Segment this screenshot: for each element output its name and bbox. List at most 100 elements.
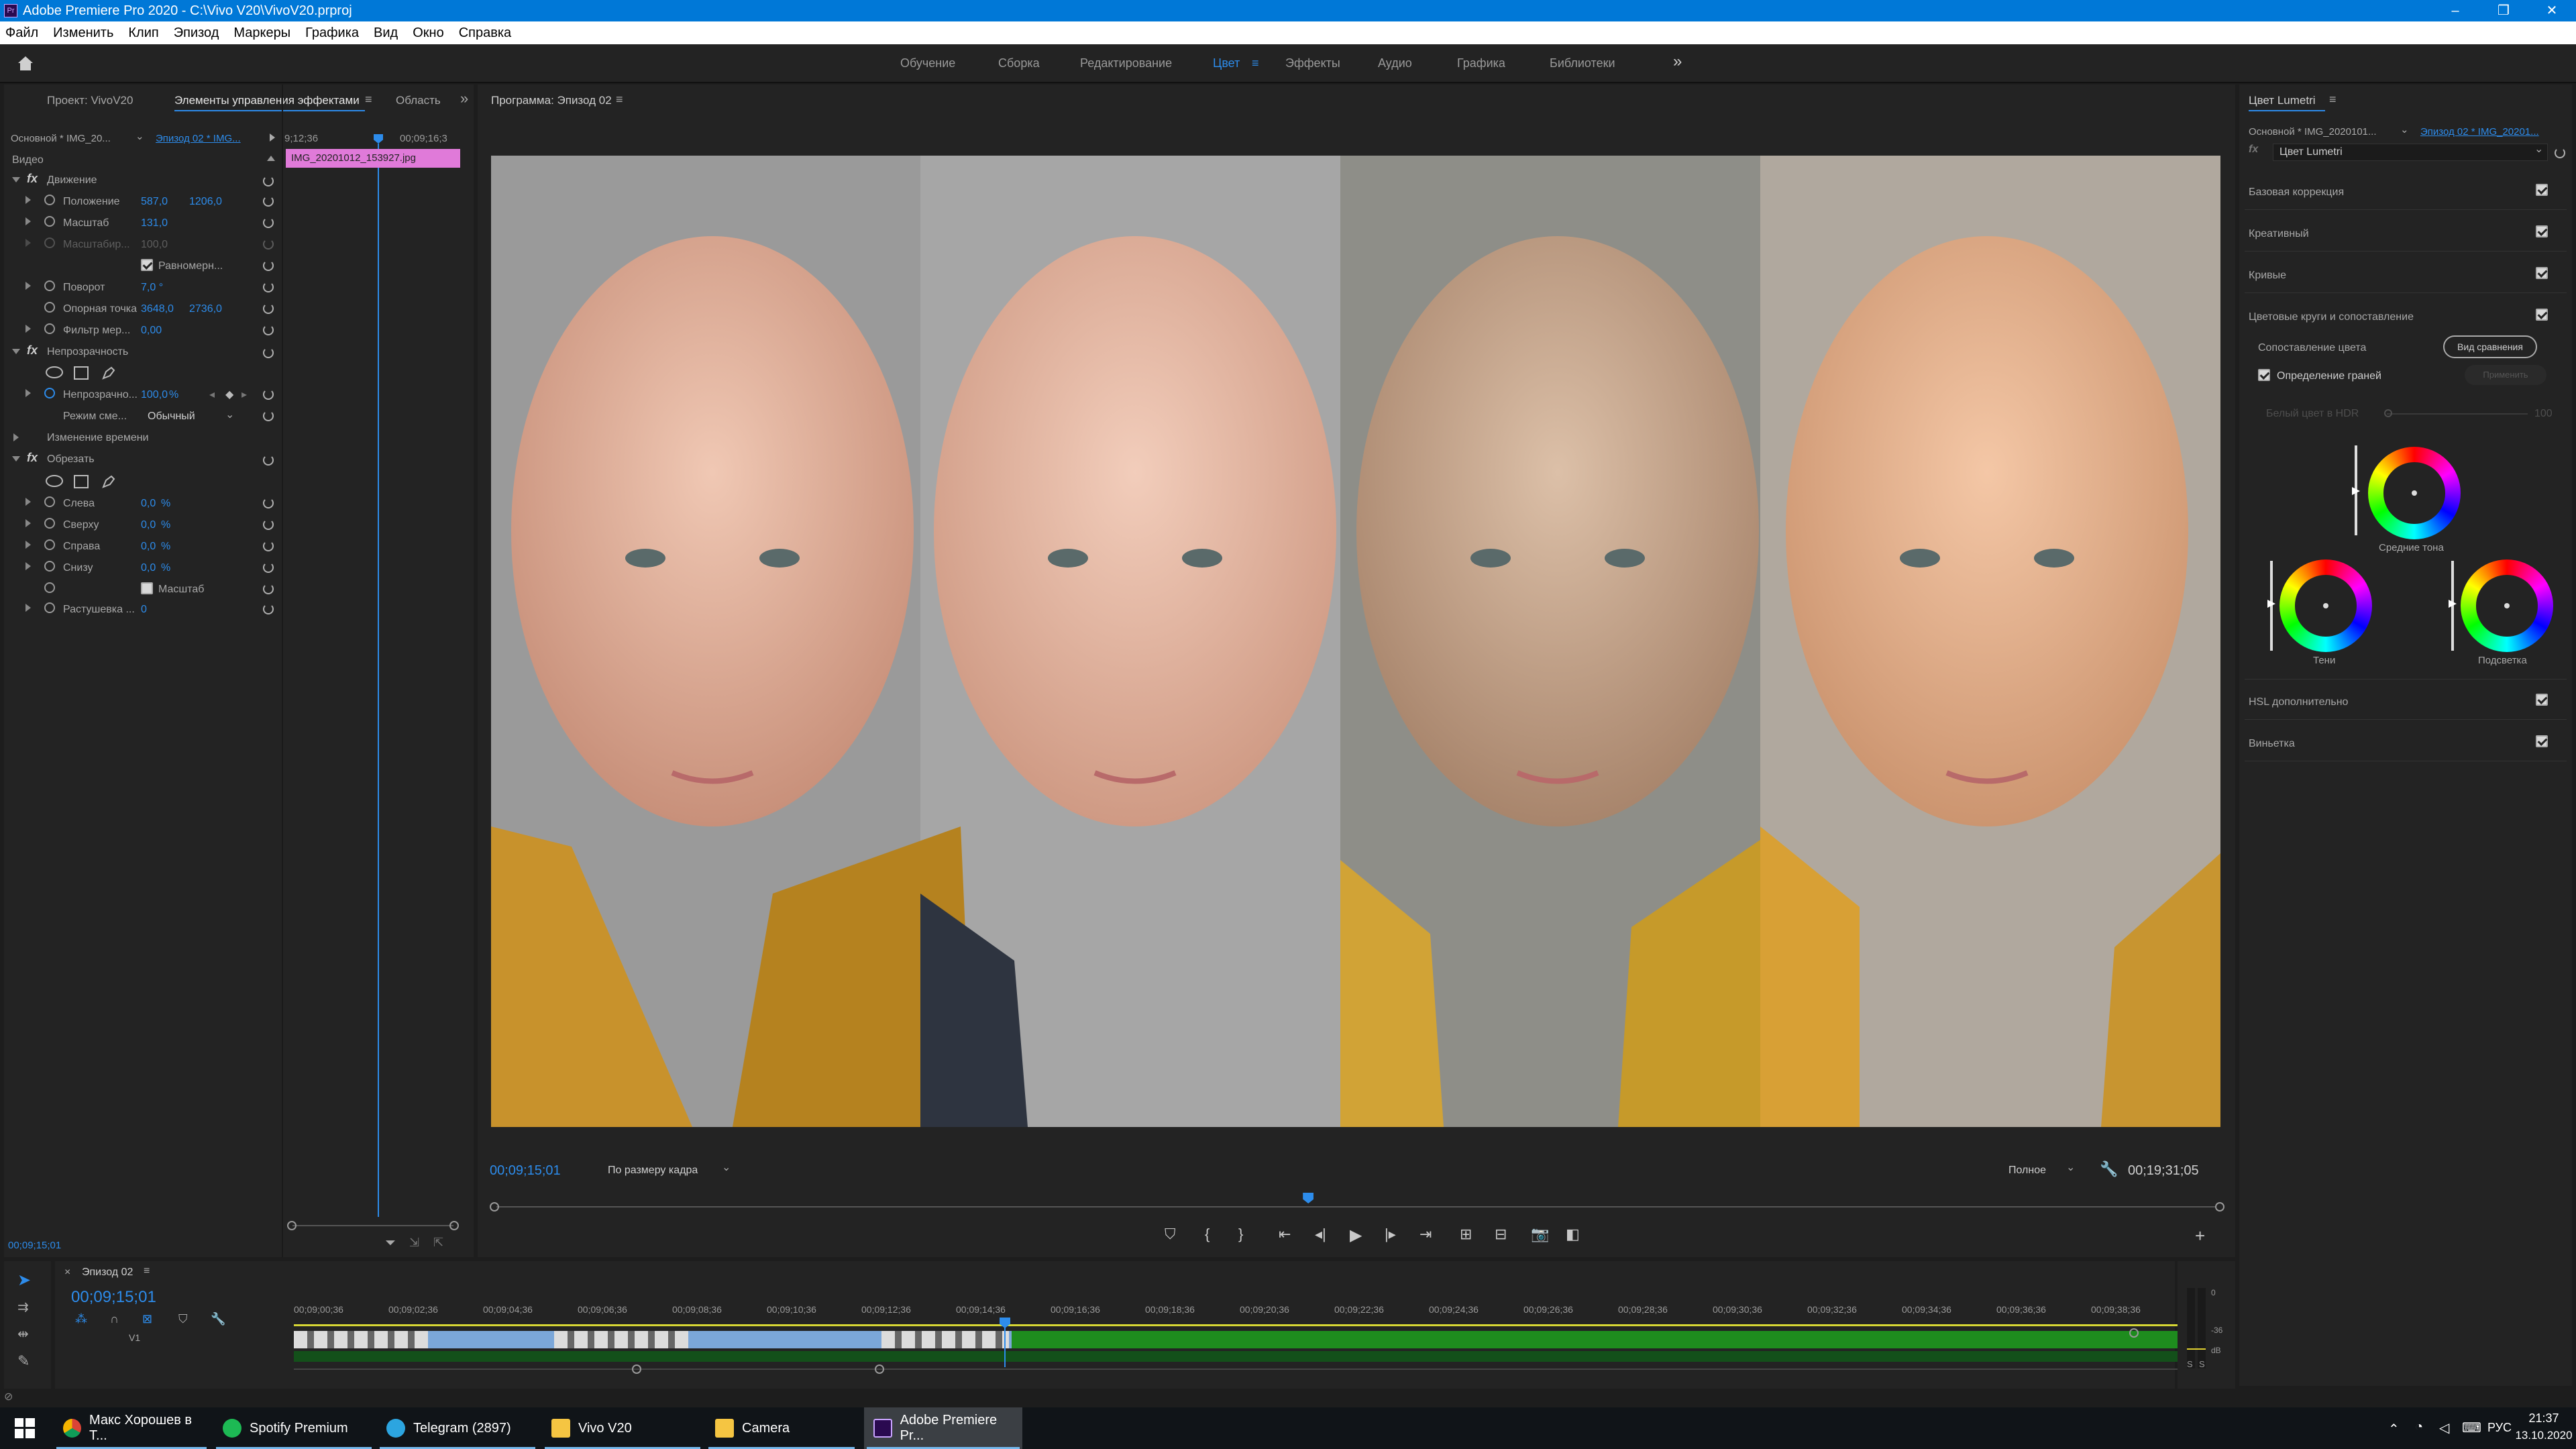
taskbar-folder-camera[interactable]: Camera	[706, 1407, 857, 1449]
lumetri-sequence-clip[interactable]: Эпизод 02 * IMG_20201...	[2420, 126, 2539, 138]
prev-keyframe-icon[interactable]: ◂	[209, 388, 215, 401]
panel-splitter[interactable]	[282, 85, 283, 1257]
expand-icon[interactable]	[25, 519, 31, 527]
fx-icon[interactable]: fx	[27, 343, 38, 358]
reset-icon[interactable]	[263, 584, 274, 594]
insert-icon[interactable]: ⊞	[1460, 1226, 1472, 1243]
reset-icon[interactable]	[263, 541, 274, 551]
windows-start-icon[interactable]	[15, 1418, 35, 1438]
rectangle-mask-icon[interactable]	[74, 366, 89, 380]
zoom-handle-left[interactable]	[287, 1221, 297, 1230]
add-button-icon[interactable]: +	[2195, 1226, 2205, 1246]
collapse-motion-icon[interactable]	[12, 177, 20, 182]
stopwatch-icon[interactable]	[44, 582, 55, 593]
nest-icon[interactable]: ⊠	[142, 1312, 152, 1326]
stopwatch-icon[interactable]	[44, 388, 55, 398]
go-to-out-icon[interactable]: ⇥	[1419, 1226, 1432, 1243]
expand-icon[interactable]	[25, 325, 31, 333]
chevron-down-icon[interactable]: ⌄	[225, 408, 234, 421]
scrub-bar[interactable]	[496, 1206, 2216, 1208]
taskbar-premiere[interactable]: Adobe Premiere Pr...	[864, 1407, 1022, 1449]
section-curves[interactable]: Кривые	[2249, 270, 2286, 282]
step-back-icon[interactable]: ◂|	[1315, 1226, 1326, 1243]
section-color-wheels[interactable]: Цветовые круги и сопоставление	[2249, 311, 2414, 323]
wrench-icon[interactable]: 🔧	[2100, 1161, 2118, 1178]
expand-icon[interactable]	[25, 562, 31, 570]
tab-scope[interactable]: Область	[396, 94, 441, 107]
play-icon[interactable]: ▶	[1350, 1226, 1362, 1245]
rotation-value[interactable]: 7,0 °	[141, 282, 163, 294]
clip-bar[interactable]: IMG_20201012_153927.jpg	[286, 149, 460, 168]
program-menu-icon[interactable]: ≡	[616, 93, 623, 107]
reset-icon[interactable]	[263, 217, 274, 228]
snap-icon[interactable]: ⁂	[75, 1312, 87, 1326]
hdr-slider-handle[interactable]	[2384, 409, 2392, 417]
track-end-handle[interactable]	[2129, 1328, 2139, 1338]
section-hsl[interactable]: HSL дополнительно	[2249, 696, 2348, 708]
panel-overflow-icon[interactable]: »	[460, 90, 468, 107]
reset-icon[interactable]	[263, 562, 274, 573]
uniform-scale-checkbox[interactable]	[141, 259, 153, 271]
scroll-handle-right[interactable]	[875, 1364, 884, 1374]
keyboard-language[interactable]: РУС	[2487, 1421, 2512, 1435]
hdr-slider[interactable]	[2387, 413, 2528, 415]
reset-icon[interactable]	[263, 347, 274, 358]
reset-icon[interactable]	[263, 519, 274, 530]
hsl-checkbox[interactable]	[2536, 694, 2548, 706]
reset-icon[interactable]	[263, 498, 274, 508]
comparison-view-button[interactable]: Вид сравнения	[2443, 335, 2537, 358]
shadows-wheel[interactable]	[2279, 559, 2372, 652]
menu-window[interactable]: Окно	[413, 25, 443, 41]
tab-effect-controls[interactable]: Элементы управления эффектами	[174, 94, 360, 107]
tab-menu-icon[interactable]: ≡	[365, 93, 372, 107]
stopwatch-icon[interactable]	[44, 302, 55, 313]
taskbar-chrome[interactable]: Макс Хорошев в Т...	[54, 1407, 209, 1449]
stopwatch-icon[interactable]	[44, 280, 55, 291]
expand-icon[interactable]	[25, 498, 31, 506]
workspace-graphics[interactable]: Графика	[1457, 56, 1505, 70]
reset-icon[interactable]	[263, 303, 274, 314]
reset-icon[interactable]	[263, 455, 274, 466]
pen-mask-icon[interactable]	[101, 365, 117, 381]
close-icon[interactable]: ✕	[2528, 0, 2576, 21]
stopwatch-icon[interactable]	[44, 195, 55, 205]
scroll-up-icon[interactable]	[267, 156, 275, 161]
reset-icon[interactable]	[263, 325, 274, 335]
sequence-clip-selector[interactable]: Эпизод 02 * IMG...	[156, 133, 241, 144]
effect-controls-timecode[interactable]: 00;09;15;01	[8, 1240, 61, 1251]
reset-icon[interactable]	[2555, 148, 2565, 158]
taskbar-spotify[interactable]: Spotify Premium	[213, 1407, 374, 1449]
collapse-crop-icon[interactable]	[12, 456, 20, 462]
curves-checkbox[interactable]	[2536, 267, 2548, 279]
menu-file[interactable]: Файл	[5, 25, 38, 41]
menu-clip[interactable]: Клип	[128, 25, 158, 41]
collapse-opacity-icon[interactable]	[12, 349, 20, 354]
panel-settings-icon[interactable]: ⇱	[433, 1236, 443, 1250]
stopwatch-icon[interactable]	[44, 518, 55, 529]
taskbar-folder-vivo[interactable]: Vivo V20	[542, 1407, 703, 1449]
track-v1-label[interactable]: V1	[129, 1332, 140, 1343]
video-frame[interactable]	[491, 156, 2220, 1127]
audio-track[interactable]	[294, 1351, 2186, 1362]
minimize-icon[interactable]: –	[2431, 0, 2479, 21]
workspace-audio[interactable]: Аудио	[1378, 56, 1412, 70]
clock-time[interactable]: 21:37	[2518, 1411, 2569, 1426]
chevron-down-icon[interactable]: ⌄	[136, 130, 144, 142]
expand-icon[interactable]	[25, 389, 31, 397]
scrub-end-handle[interactable]	[2215, 1202, 2224, 1212]
expand-icon[interactable]	[25, 217, 31, 225]
crop-right-value[interactable]: 0,0	[141, 541, 156, 553]
program-timecode[interactable]: 00;09;15;01	[490, 1163, 561, 1179]
workspace-effects[interactable]: Эффекты	[1285, 56, 1340, 70]
menu-view[interactable]: Вид	[374, 25, 398, 41]
mark-in-icon[interactable]: {	[1205, 1226, 1210, 1243]
menu-markers[interactable]: Маркеры	[233, 25, 290, 41]
stopwatch-icon[interactable]	[44, 539, 55, 550]
workspace-color[interactable]: Цвет	[1213, 56, 1240, 70]
quality-select[interactable]: Полное	[2008, 1165, 2046, 1177]
menu-edit[interactable]: Изменить	[53, 25, 113, 41]
apply-match-button[interactable]: Применить	[2465, 365, 2546, 385]
section-creative[interactable]: Креативный	[2249, 228, 2309, 240]
scroll-handle-left[interactable]	[632, 1364, 641, 1374]
maximize-icon[interactable]: ❐	[2479, 0, 2528, 21]
